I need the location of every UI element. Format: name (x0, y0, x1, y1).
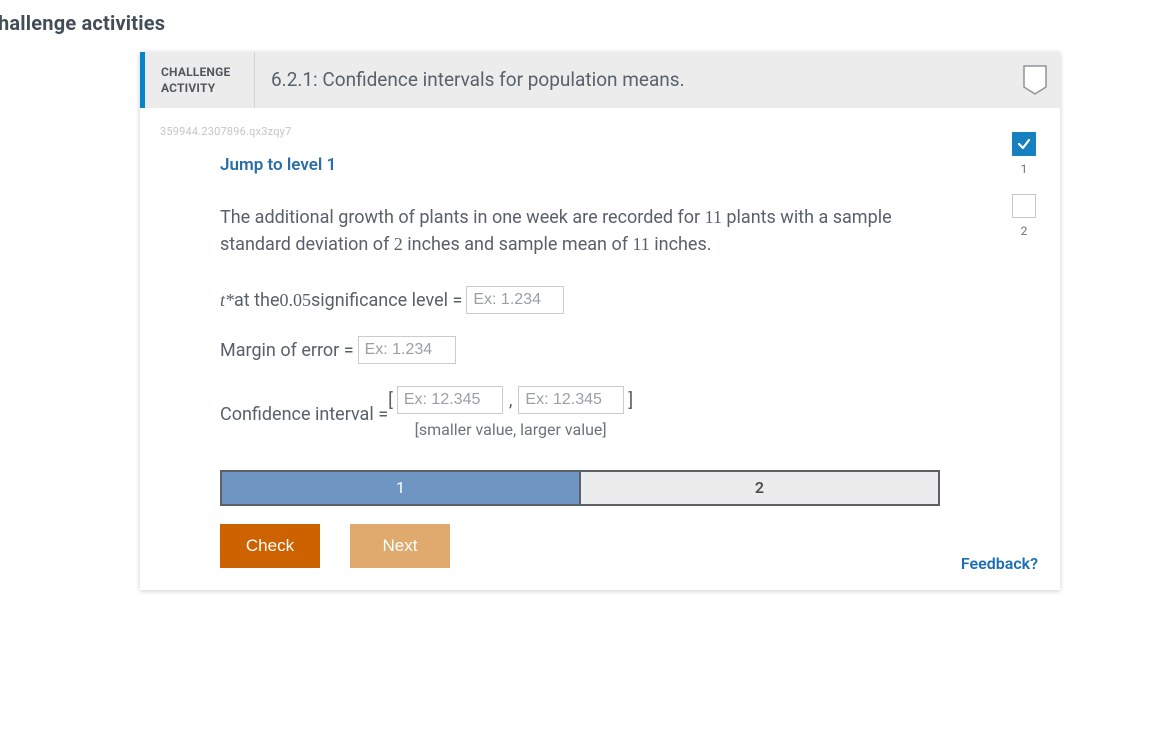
jump-to-level-link[interactable]: Jump to level 1 (220, 153, 336, 179)
tstar-label-prefix: at the (234, 287, 280, 314)
level-progress-rail: 1 2 (1010, 132, 1038, 240)
prompt-part1: The additional growth of plants in one w… (220, 207, 705, 228)
level-chip-2[interactable]: 2 (1011, 194, 1037, 240)
prompt-mean: 11 (632, 234, 649, 254)
tstar-symbol: t* (220, 287, 234, 314)
prompt-std-dev: 2 (394, 234, 403, 254)
tstar-input[interactable] (466, 286, 564, 314)
card-body: 359944.2307896.qx3zqy7 1 2 Jump to level… (140, 108, 1060, 590)
level-chip-2-label: 2 (1021, 222, 1028, 240)
ci-lower-input[interactable] (397, 386, 503, 414)
badge-line-2: ACTIVITY (161, 80, 244, 96)
activity-type-badge: CHALLENGE ACTIVITY (145, 52, 255, 108)
ci-close-bracket: ] (628, 387, 633, 414)
level-chip-1-label: 1 (1021, 160, 1028, 178)
problem-prompt: The additional growth of plants in one w… (220, 204, 920, 258)
moe-row: Margin of error = (220, 336, 950, 364)
tstar-row: t* at the 0.05 significance level = (220, 286, 950, 314)
next-button[interactable]: Next (350, 524, 450, 568)
activity-content: Jump to level 1 The additional growth of… (160, 149, 1040, 569)
button-row: Check Next (220, 524, 950, 568)
moe-input[interactable] (358, 336, 456, 364)
tstar-label-suffix: significance level = (311, 287, 462, 314)
progress-step-1[interactable]: 1 (222, 472, 581, 504)
ci-upper-input[interactable] (518, 386, 624, 414)
badge-line-1: CHALLENGE (161, 64, 244, 80)
page-heading: hallenge activities (0, 8, 1150, 38)
ci-label: Confidence interval = (220, 401, 388, 428)
prompt-part4: inches. (650, 234, 712, 255)
ci-open-bracket: [ (388, 387, 393, 414)
activity-title: 6.2.1: Confidence intervals for populati… (255, 52, 1020, 108)
bookmark-pocket-icon[interactable] (1020, 52, 1060, 108)
step-progress-bar: 1 2 (220, 470, 940, 506)
progress-step-2[interactable]: 2 (581, 472, 938, 504)
check-icon (1012, 132, 1036, 156)
challenge-activity-card: CHALLENGE ACTIVITY 6.2.1: Confidence int… (140, 52, 1060, 590)
ci-row: Confidence interval = [ , ] [smaller val… (220, 386, 950, 442)
level-chip-1[interactable]: 1 (1011, 132, 1037, 178)
session-id: 359944.2307896.qx3zqy7 (160, 124, 1040, 141)
check-button[interactable]: Check (220, 524, 320, 568)
tstar-alpha: 0.05 (280, 287, 312, 314)
empty-box-icon (1012, 194, 1036, 218)
ci-separator: , (507, 387, 515, 414)
card-header: CHALLENGE ACTIVITY 6.2.1: Confidence int… (140, 52, 1060, 108)
ci-hint: [smaller value, larger value] (415, 418, 607, 442)
prompt-part3: inches and sample mean of (403, 234, 633, 255)
ci-input-group: [ , ] [smaller value, larger value] (388, 386, 633, 442)
feedback-link[interactable]: Feedback? (961, 552, 1038, 576)
prompt-n-plants: 11 (705, 207, 722, 227)
moe-label: Margin of error = (220, 337, 354, 364)
